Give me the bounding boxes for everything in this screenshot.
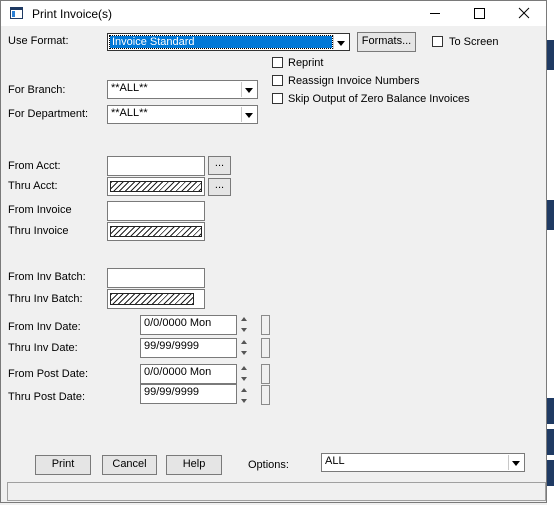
thru-inv-date-label: Thru Inv Date: [8,342,78,354]
dropdown-arrow-icon[interactable] [508,455,523,470]
thru-post-date-input[interactable]: 99/99/9999 [140,384,237,404]
thru-inv-date-calendar-button[interactable] [261,338,270,358]
department-value: **ALL** [111,107,148,119]
use-format-combo[interactable]: Invoice Standard [107,33,350,51]
background-window-fragment [547,460,554,486]
thru-post-date-calendar-button[interactable] [261,385,270,405]
thru-invoice-input[interactable] [107,222,205,241]
branch-value: **ALL** [111,82,148,94]
background-window-fragment [547,40,554,70]
hatch-fill [110,293,194,305]
from-invoice-input[interactable] [107,201,205,221]
title-bar[interactable]: Print Invoice(s) [1,1,546,26]
from-inv-date-input[interactable]: 0/0/0000 Mon [140,315,237,335]
hatch-fill [110,226,202,237]
help-button[interactable]: Help [166,455,222,475]
options-label: Options: [248,459,289,471]
maximize-button[interactable] [457,1,502,26]
from-inv-date-label: From Inv Date: [8,321,81,333]
from-acct-lookup-button[interactable]: ... [208,156,231,175]
to-screen-checkbox[interactable] [432,36,443,47]
branch-label: For Branch: [8,84,66,96]
cancel-button[interactable]: Cancel [102,455,157,475]
use-format-label: Use Format: [8,35,69,47]
from-invoice-label: From Invoice [8,204,72,216]
department-label: For Department: [8,108,89,120]
app-window-icon [10,7,23,19]
options-combo[interactable]: ALL [321,453,525,472]
minimize-icon [430,13,440,14]
print-button[interactable]: Print [35,455,91,475]
thru-post-date-label: Thru Post Date: [8,391,86,403]
reprint-checkbox[interactable] [272,57,283,68]
thru-inv-batch-input[interactable] [107,289,205,309]
window-title: Print Invoice(s) [32,7,113,21]
reprint-label: Reprint [288,57,324,69]
thru-acct-lookup-button[interactable]: ... [208,178,231,196]
thru-inv-date-input[interactable]: 99/99/9999 [140,338,237,358]
from-inv-batch-input[interactable] [107,268,205,288]
options-value: ALL [325,455,345,467]
close-icon [518,7,530,19]
from-post-date-input[interactable]: 0/0/0000 Mon [140,364,237,384]
thru-acct-label: Thru Acct: [8,180,58,192]
close-button[interactable] [501,1,546,26]
from-inv-batch-label: From Inv Batch: [8,271,86,283]
thru-invoice-label: Thru Invoice [8,225,69,237]
print-invoices-dialog: Print Invoice(s) Use Format: Invoice Sta… [0,0,547,503]
maximize-icon [474,8,485,19]
to-screen-label: To Screen [449,36,499,48]
thru-post-date-spinner-icon[interactable] [240,385,249,407]
dropdown-arrow-icon[interactable] [241,82,256,97]
use-format-value: Invoice Standard [109,35,333,49]
from-inv-date-spinner-icon[interactable] [240,314,249,336]
thru-acct-input[interactable] [107,177,205,196]
background-window-fragment [547,200,554,230]
from-acct-input[interactable] [107,156,205,176]
background-window-fragment [547,398,554,424]
formats-button[interactable]: Formats... [357,32,416,52]
reassign-invoice-numbers-checkbox[interactable] [272,75,283,86]
dropdown-arrow-icon[interactable] [333,35,348,49]
background-window-fragment [547,429,554,455]
skip-zero-balance-label: Skip Output of Zero Balance Invoices [288,93,470,105]
thru-inv-batch-label: Thru Inv Batch: [8,293,83,305]
minimize-button[interactable] [412,1,457,26]
from-inv-date-calendar-button[interactable] [261,315,270,335]
reassign-invoice-numbers-label: Reassign Invoice Numbers [288,75,420,87]
branch-combo[interactable]: **ALL** [107,80,258,99]
skip-zero-balance-checkbox[interactable] [272,93,283,104]
department-combo[interactable]: **ALL** [107,105,258,124]
from-acct-label: From Acct: [8,160,61,172]
hatch-fill [110,181,202,192]
from-post-date-calendar-button[interactable] [261,364,270,384]
status-bar [7,482,546,501]
dropdown-arrow-icon[interactable] [241,107,256,122]
from-post-date-label: From Post Date: [8,368,89,380]
thru-inv-date-spinner-icon[interactable] [240,337,249,359]
from-post-date-spinner-icon[interactable] [240,363,249,385]
